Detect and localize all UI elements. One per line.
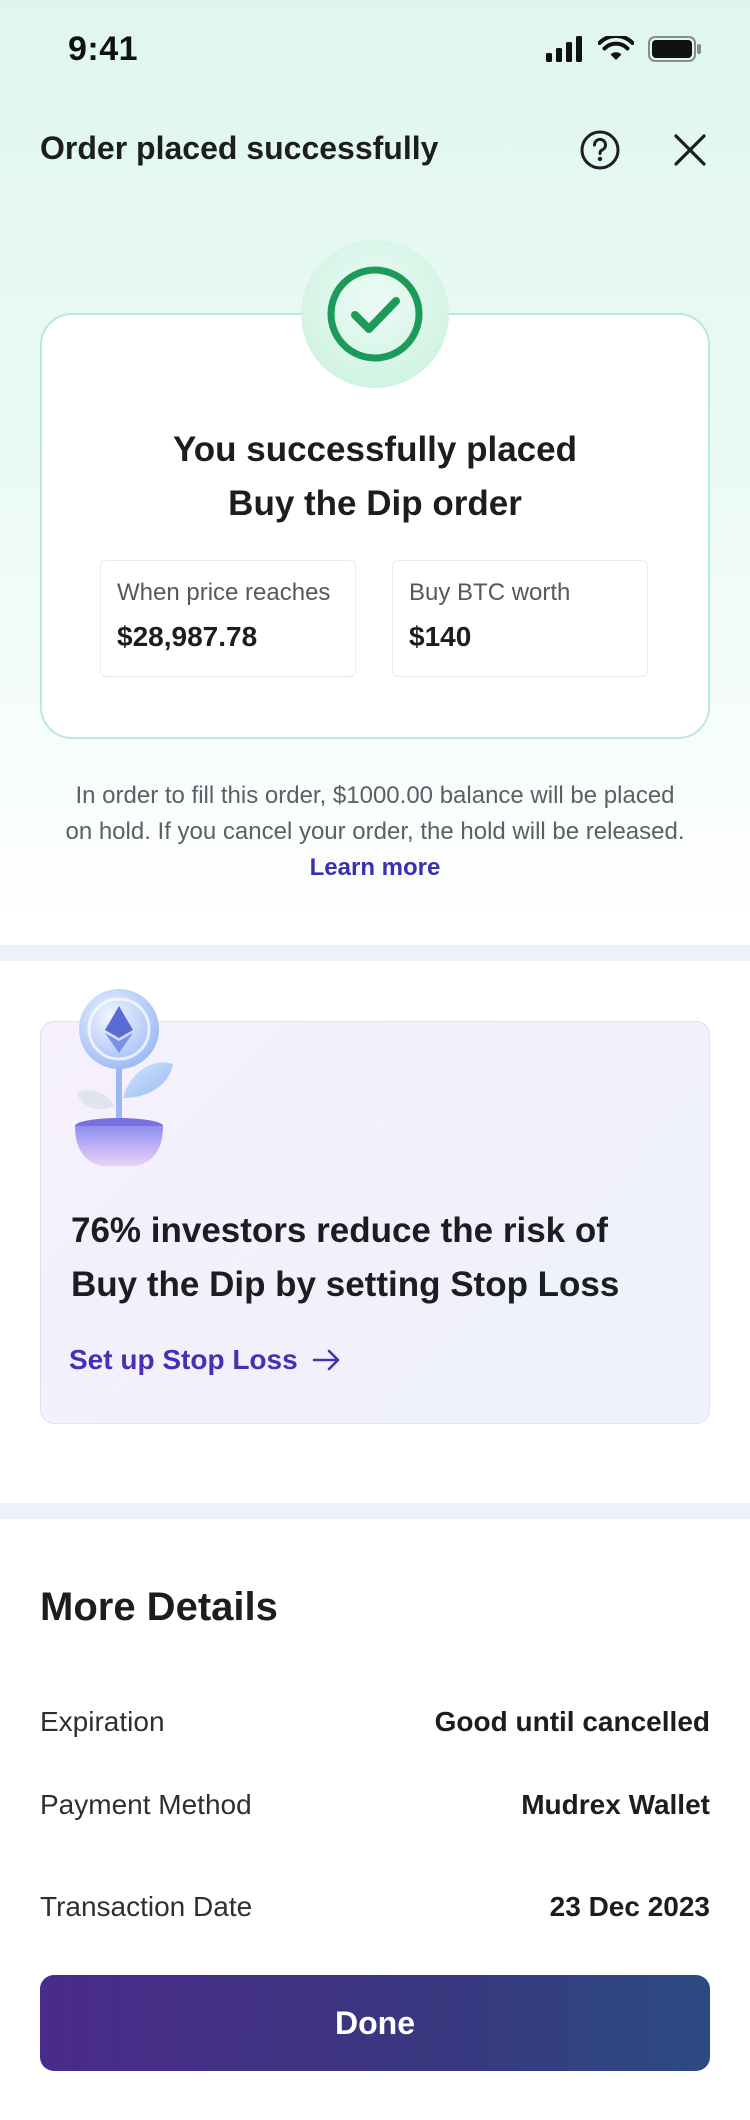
page-header: Order placed successfully (40, 120, 710, 180)
success-badge (301, 240, 449, 388)
cellular-signal-icon (546, 36, 582, 62)
detail-label: Expiration (40, 1706, 165, 1737)
help-button[interactable] (575, 125, 625, 175)
more-details-title: More Details (40, 1585, 278, 1629)
detail-value: Mudrex Wallet (521, 1789, 710, 1820)
wifi-icon (598, 36, 634, 60)
trigger-price-value: $28,987.78 (117, 621, 258, 652)
close-icon (674, 134, 706, 166)
promo-text: 76% investors reduce the risk of Buy the… (71, 1204, 691, 1312)
buy-amount-box: Buy BTC worth $140 (392, 560, 648, 677)
question-circle-icon (580, 130, 620, 170)
hold-note-line2: on hold. If you cancel your order, the h… (65, 818, 685, 845)
trigger-price-label: When price reaches (117, 579, 331, 606)
detail-value: Good until cancelled (434, 1706, 710, 1737)
detail-row-expiration: Expiration Good until cancelled (40, 1702, 710, 1742)
hold-note: In order to fill this order, $1000.00 ba… (30, 778, 720, 886)
set-up-stop-loss-label: Set up Stop Loss (69, 1344, 298, 1375)
trigger-price-box: When price reaches $28,987.78 (100, 560, 356, 677)
set-up-stop-loss-link[interactable]: Set up Stop Loss (69, 1344, 342, 1376)
status-icons (546, 36, 702, 62)
ethereum-plant-icon (75, 989, 173, 1166)
success-heading-line1: You successfully placed (173, 430, 577, 469)
success-heading-line2: Buy the Dip order (228, 484, 522, 523)
buy-amount-value: $140 (409, 621, 472, 652)
detail-label: Transaction Date (40, 1891, 253, 1922)
battery-icon (648, 36, 701, 62)
section-divider (0, 945, 750, 961)
buy-amount-label: Buy BTC worth (409, 579, 571, 606)
success-heading: You successfully placed Buy the Dip orde… (42, 423, 708, 531)
status-time: 9:41 (68, 30, 139, 68)
hold-note-line1: In order to fill this order, $1000.00 ba… (75, 782, 675, 809)
detail-row-transaction-date: Transaction Date 23 Dec 2023 (40, 1887, 710, 1927)
detail-row-payment-method: Payment Method Mudrex Wallet (40, 1785, 710, 1825)
promo-text-line2: Buy the Dip by setting Stop Loss (71, 1265, 620, 1304)
learn-more-link[interactable]: Learn more (30, 850, 720, 886)
detail-label: Payment Method (40, 1789, 252, 1820)
stop-loss-promo-card: 76% investors reduce the risk of Buy the… (40, 989, 710, 1424)
page-title: Order placed successfully (40, 130, 439, 166)
section-divider (0, 1503, 750, 1519)
close-button[interactable] (665, 125, 715, 175)
arrow-right-icon (312, 1349, 339, 1371)
check-circle-icon (327, 266, 423, 362)
status-bar: 9:41 (0, 0, 750, 100)
promo-text-line1: 76% investors reduce the risk of (71, 1211, 608, 1250)
done-button[interactable]: Done (40, 1975, 710, 2071)
detail-value: 23 Dec 2023 (549, 1891, 710, 1922)
